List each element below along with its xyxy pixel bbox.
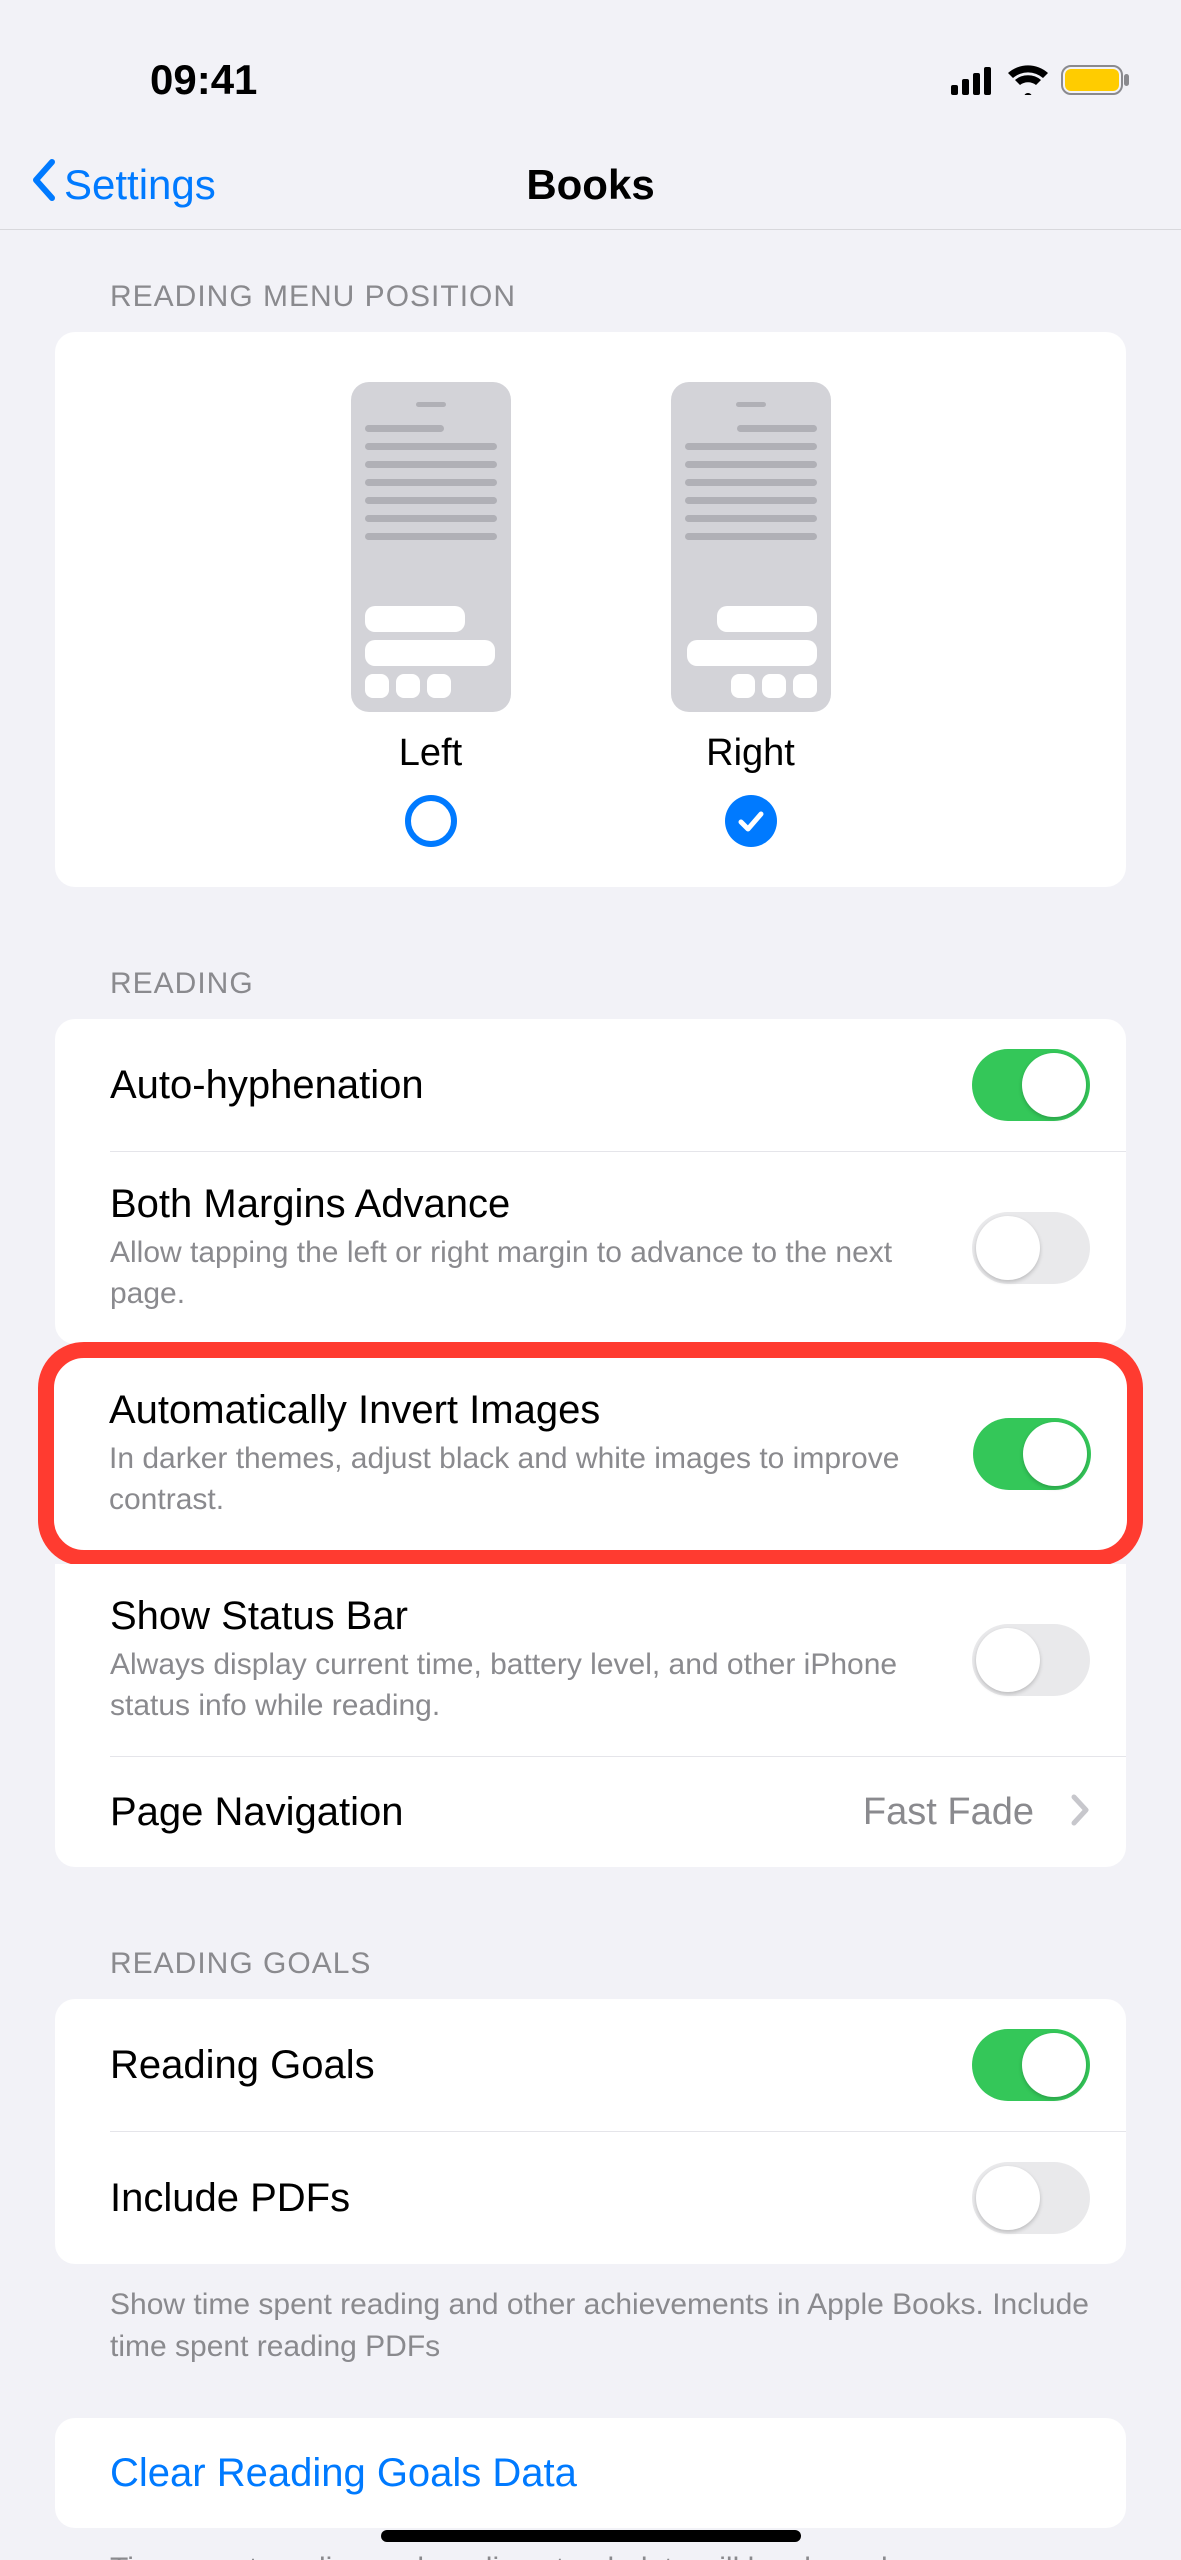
radio-unselected-icon (405, 795, 457, 847)
invert-images-sub: In darker themes, adjust black and white… (109, 1439, 943, 1520)
chevron-right-icon (1070, 1793, 1090, 1832)
status-bar-sub: Always display current time, battery lev… (110, 1645, 942, 1726)
back-label: Settings (64, 161, 216, 209)
group-menu-position: Left (55, 332, 1126, 887)
page-title: Books (526, 161, 654, 209)
row-both-margins[interactable]: Both Margins Advance Allow tapping the l… (55, 1152, 1126, 1344)
menu-position-preview-left (351, 382, 511, 712)
row-clear-goals-data[interactable]: Clear Reading Goals Data (55, 2418, 1126, 2528)
row-status-bar[interactable]: Show Status Bar Always display current t… (55, 1564, 1126, 1756)
auto-hyphenation-toggle[interactable] (972, 1049, 1090, 1121)
both-margins-label: Both Margins Advance (110, 1182, 942, 1227)
status-bar-toggle[interactable] (972, 1624, 1090, 1696)
back-button[interactable]: Settings (30, 140, 216, 230)
include-pdfs-label: Include PDFs (110, 2176, 942, 2221)
row-invert-images[interactable]: Automatically Invert Images In darker th… (54, 1358, 1127, 1550)
chevron-left-icon (30, 158, 58, 212)
menu-position-left-label: Left (399, 732, 462, 775)
page-navigation-value: Fast Fade (863, 1791, 1034, 1834)
home-indicator (381, 2530, 801, 2542)
battery-icon (1061, 64, 1131, 96)
menu-position-option-right[interactable]: Right (671, 382, 831, 847)
goals-footer: Show time spent reading and other achiev… (0, 2264, 1181, 2378)
include-pdfs-toggle[interactable] (972, 2162, 1090, 2234)
row-reading-goals[interactable]: Reading Goals (55, 1999, 1126, 2131)
status-time: 09:41 (150, 56, 257, 104)
group-clear-data: Clear Reading Goals Data (55, 2418, 1126, 2528)
both-margins-toggle[interactable] (972, 1212, 1090, 1284)
menu-position-right-label: Right (706, 732, 795, 775)
page-navigation-label: Page Navigation (110, 1790, 833, 1835)
clear-goals-label: Clear Reading Goals Data (110, 2451, 1090, 2496)
section-header-menu-position: READING MENU POSITION (0, 230, 1181, 332)
invert-images-label: Automatically Invert Images (109, 1388, 943, 1433)
auto-hyphenation-label: Auto-hyphenation (110, 1063, 942, 1108)
radio-selected-icon (725, 795, 777, 847)
section-header-goals: READING GOALS (0, 1867, 1181, 1999)
status-bar: 09:41 (0, 0, 1181, 140)
status-bar-label: Show Status Bar (110, 1594, 942, 1639)
row-page-navigation[interactable]: Page Navigation Fast Fade (55, 1757, 1126, 1867)
menu-position-preview-right (671, 382, 831, 712)
reading-goals-toggle[interactable] (972, 2029, 1090, 2101)
status-icons (951, 64, 1131, 96)
menu-position-option-left[interactable]: Left (351, 382, 511, 847)
group-reading: Auto-hyphenation Both Margins Advance Al… (55, 1019, 1126, 1344)
section-header-reading: READING (0, 887, 1181, 1019)
highlight-invert-images: Automatically Invert Images In darker th… (38, 1342, 1143, 1566)
row-auto-hyphenation[interactable]: Auto-hyphenation (55, 1019, 1126, 1151)
cellular-signal-icon (951, 65, 995, 95)
both-margins-sub: Allow tapping the left or right margin t… (110, 1233, 942, 1314)
wifi-icon (1007, 65, 1049, 95)
group-reading-cont: Show Status Bar Always display current t… (55, 1564, 1126, 1867)
group-goals: Reading Goals Include PDFs (55, 1999, 1126, 2264)
nav-bar: Settings Books (0, 140, 1181, 230)
reading-goals-label: Reading Goals (110, 2043, 942, 2088)
invert-images-toggle[interactable] (973, 1418, 1091, 1490)
row-include-pdfs[interactable]: Include PDFs (55, 2132, 1126, 2264)
